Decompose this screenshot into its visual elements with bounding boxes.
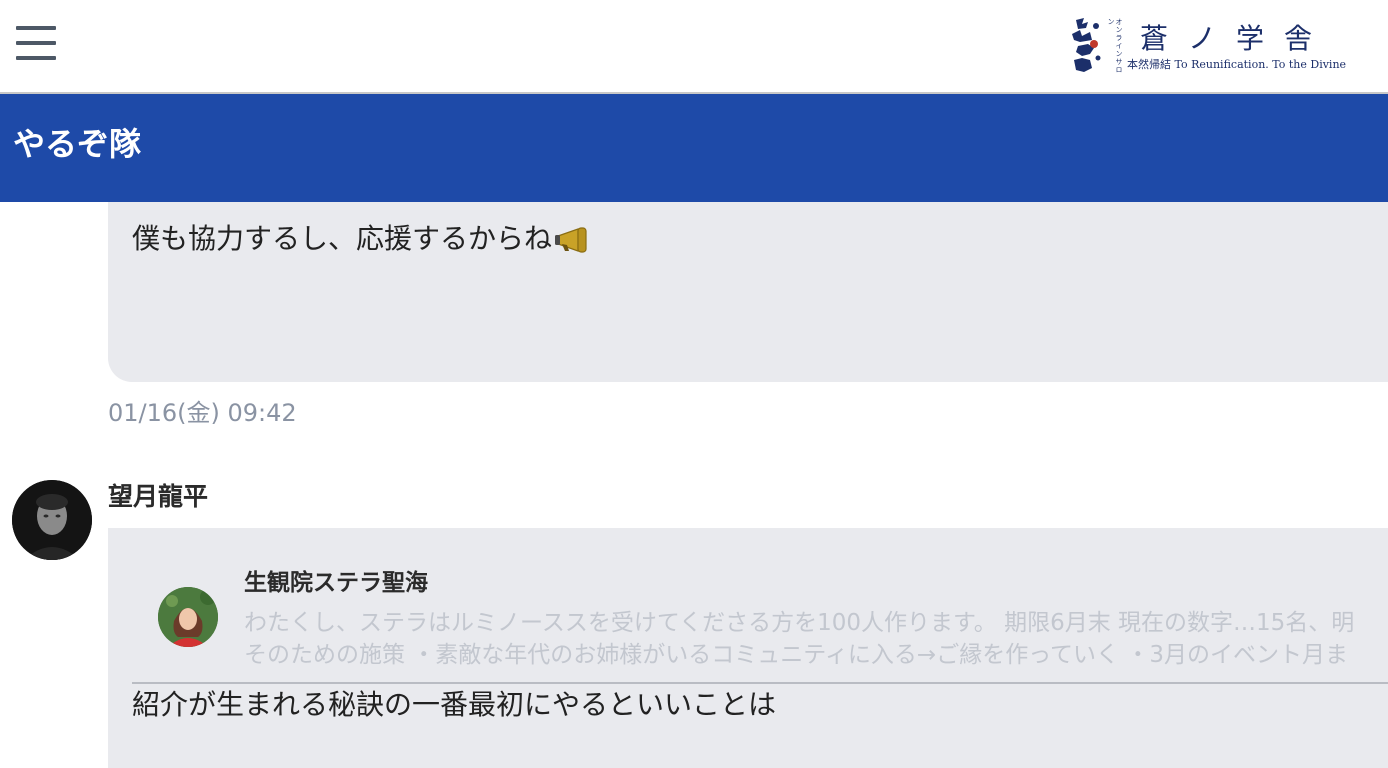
group-title: やるぞ隊 xyxy=(13,125,142,163)
message-text-line: 僕も協力するし、応援するからね xyxy=(132,222,594,256)
avatar[interactable] xyxy=(12,480,92,560)
quote-divider xyxy=(132,682,1388,684)
logo-title: 蒼ノ学舎 xyxy=(1140,22,1333,55)
hamburger-menu-icon[interactable] xyxy=(16,26,56,62)
site-logo[interactable]: オンラインサロン 蒼ノ学舎 本然帰結 To Reunification. To … xyxy=(1068,14,1358,78)
quoted-text-line: わたくし、ステラはルミノーススを受けてくださる方を100人作ります。 期限6月末… xyxy=(244,610,1355,636)
message-bubble: 生観院ステラ聖海 わたくし、ステラはルミノーススを受けてくださる方を100人作り… xyxy=(108,528,1388,768)
top-header: オンラインサロン 蒼ノ学舎 本然帰結 To Reunification. To … xyxy=(0,0,1388,94)
menu-bar-middle xyxy=(16,41,56,45)
group-title-bar: やるぞ隊 xyxy=(0,94,1388,202)
message-text: 紹介が生まれる秘訣の一番最初にやるといいことは xyxy=(132,688,777,721)
logo-vertical-caption: オンラインサロン xyxy=(1107,18,1123,74)
megaphone-icon xyxy=(555,227,587,253)
menu-bar-bottom xyxy=(16,56,56,60)
message-bubble: 僕も協力するし、応援するからね xyxy=(108,202,1388,382)
menu-bar-top xyxy=(16,26,56,30)
quoted-text-line: そのための施策 ・素敵な年代のお姉様がいるコミュニティに入る→ご縁を作っていく … xyxy=(244,642,1348,668)
message-timestamp: 01/16(金) 09:42 xyxy=(108,399,297,427)
quoted-avatar-photo-icon xyxy=(158,587,218,647)
message-text: 僕も協力するし、応援するからね xyxy=(132,222,553,255)
sender-name[interactable]: 望月龍平 xyxy=(108,481,208,513)
logo-subtitle: 本然帰結 To Reunification. To the Divine xyxy=(1127,58,1347,71)
quoted-avatar xyxy=(158,587,218,647)
logo-emblem-icon xyxy=(1072,18,1101,72)
quoted-author-name: 生観院ステラ聖海 xyxy=(244,570,428,596)
avatar-photo-icon xyxy=(12,480,92,560)
